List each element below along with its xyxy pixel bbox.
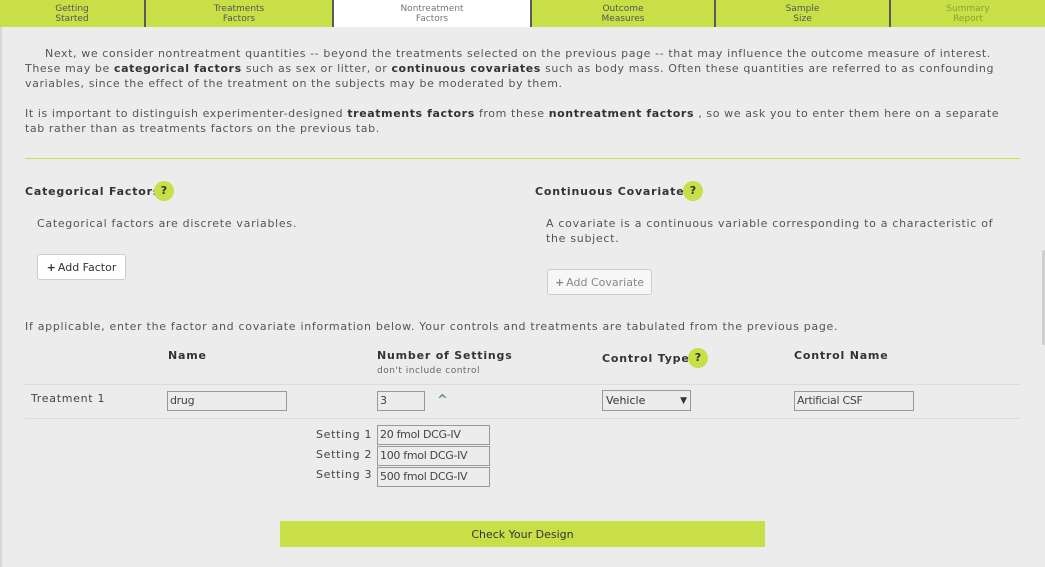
- column-header-name: Name: [168, 349, 207, 362]
- categorical-help-icon[interactable]: ?: [154, 181, 174, 201]
- column-header-control-type: Control Type: [602, 352, 690, 365]
- wizard-tabs: Getting Started Treatments Factors Nontr…: [0, 0, 1045, 27]
- tab-outcome-measures[interactable]: Outcome Measures: [532, 0, 716, 27]
- table-instructions: If applicable, enter the factor and cova…: [25, 320, 839, 333]
- column-header-settings-note: don't include control: [377, 366, 480, 376]
- control-name-input[interactable]: Artificial CSF: [794, 391, 914, 411]
- intro-paragraph-2: It is important to distinguish experimen…: [25, 107, 1000, 135]
- settings-count-input[interactable]: 3: [377, 391, 425, 411]
- setting-value-input[interactable]: 20 fmol DCG-IV: [377, 425, 490, 445]
- tab-sample-size[interactable]: Sample Size: [716, 0, 891, 27]
- treatment-row-label: Treatment 1: [31, 392, 106, 405]
- tab-nontreatment-factors[interactable]: Nontreatment Factors: [334, 0, 532, 27]
- chevron-up-icon[interactable]: ^: [437, 393, 448, 408]
- setting-label: Setting 2: [316, 448, 373, 461]
- control-type-help-icon[interactable]: ?: [688, 348, 708, 368]
- tab-summary-report[interactable]: Summary Report: [891, 0, 1045, 27]
- add-covariate-button[interactable]: + Add Covariate: [547, 269, 652, 295]
- tab-getting-started[interactable]: Getting Started: [0, 0, 146, 27]
- plus-icon: +: [554, 275, 565, 289]
- column-header-control-name: Control Name: [794, 349, 889, 362]
- add-factor-button[interactable]: + Add Factor: [37, 254, 126, 280]
- continuous-covariates-title: Continuous Covariates: [535, 185, 692, 198]
- column-header-settings: Number of Settings: [377, 349, 513, 362]
- intro-paragraph-1: Next, we consider nontreatment quantitie…: [25, 47, 995, 90]
- continuous-help-icon[interactable]: ?: [683, 181, 703, 201]
- setting-value-input[interactable]: 100 fmol DCG-IV: [377, 446, 490, 466]
- categorical-description: Categorical factors are discrete variabl…: [37, 217, 298, 230]
- setting-value-input[interactable]: 500 fmol DCG-IV: [377, 467, 490, 487]
- chevron-down-icon: ▼: [680, 395, 687, 406]
- categorical-factors-title: Categorical Factors: [25, 185, 161, 198]
- table-row-divider: [25, 384, 1020, 385]
- check-your-design-button[interactable]: Check Your Design: [280, 521, 765, 547]
- section-divider: [25, 158, 1020, 159]
- setting-label: Setting 1: [316, 428, 373, 441]
- left-border: [0, 27, 2, 567]
- setting-label: Setting 3: [316, 468, 373, 481]
- treatment-name-input[interactable]: drug: [167, 391, 287, 411]
- plus-icon: +: [46, 260, 56, 274]
- continuous-description: A covariate is a continuous variable cor…: [546, 217, 994, 245]
- tab-treatments-factors[interactable]: Treatments Factors: [146, 0, 334, 27]
- table-row-divider: [25, 418, 1020, 419]
- control-type-select[interactable]: Vehicle ▼: [602, 390, 691, 411]
